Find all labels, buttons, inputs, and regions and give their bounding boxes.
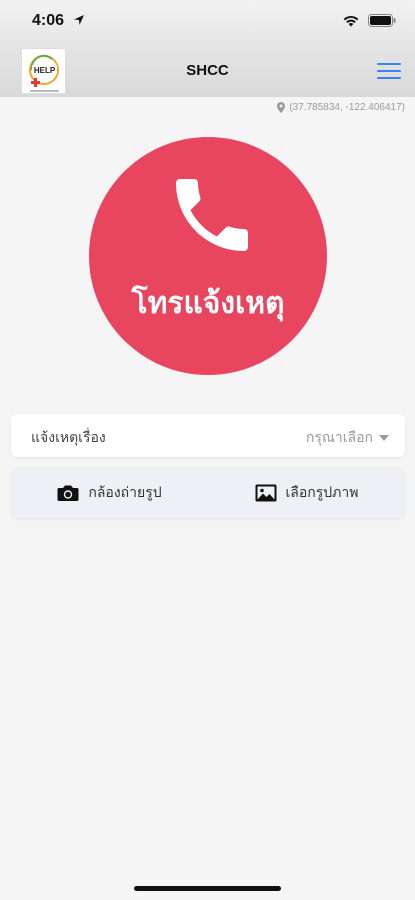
emergency-call-button[interactable]: โทรแจ้งเหตุ xyxy=(89,137,327,375)
caret-down-icon xyxy=(379,435,389,441)
report-topic-placeholder: กรุณาเลือก xyxy=(305,430,373,446)
status-time: 4:06 xyxy=(32,12,65,29)
map-pin-icon xyxy=(277,102,286,113)
location-coordinates: (37.785834, -122.406417) xyxy=(277,102,405,113)
camera-button[interactable]: กล้องถ่ายรูป xyxy=(11,468,208,518)
home-indicator[interactable] xyxy=(134,886,281,891)
gallery-button-label: เลือกรูปภาพ xyxy=(285,485,359,501)
camera-button-label: กล้องถ่ายรูป xyxy=(88,485,162,501)
report-topic-label: แจ้งเหตุเรื่อง xyxy=(31,430,106,446)
nav-bar: HELP SHCC xyxy=(0,44,415,97)
location-arrow-icon xyxy=(74,15,84,25)
image-icon xyxy=(255,484,276,502)
report-topic-dropdown[interactable]: กรุณาเลือก xyxy=(306,427,389,449)
call-button-label: โทรแจ้งเหตุ xyxy=(131,286,285,321)
coordinates-text: (37.785834, -122.406417) xyxy=(289,102,405,113)
media-actions: กล้องถ่ายรูป เลือกรูปภาพ xyxy=(11,468,405,518)
camera-icon xyxy=(57,485,79,501)
status-bar: 4:06 xyxy=(0,0,415,44)
wifi-icon xyxy=(343,15,359,27)
phone-icon xyxy=(176,179,248,251)
report-topic-select[interactable]: แจ้งเหตุเรื่อง กรุณาเลือก xyxy=(11,414,405,457)
page-title: SHCC xyxy=(186,62,229,79)
gallery-button[interactable]: เลือกรูปภาพ xyxy=(208,468,405,518)
header-area: 4:06 HELP SHCC xyxy=(0,0,415,97)
battery-icon xyxy=(368,14,396,27)
hamburger-menu-icon[interactable] xyxy=(377,63,401,81)
